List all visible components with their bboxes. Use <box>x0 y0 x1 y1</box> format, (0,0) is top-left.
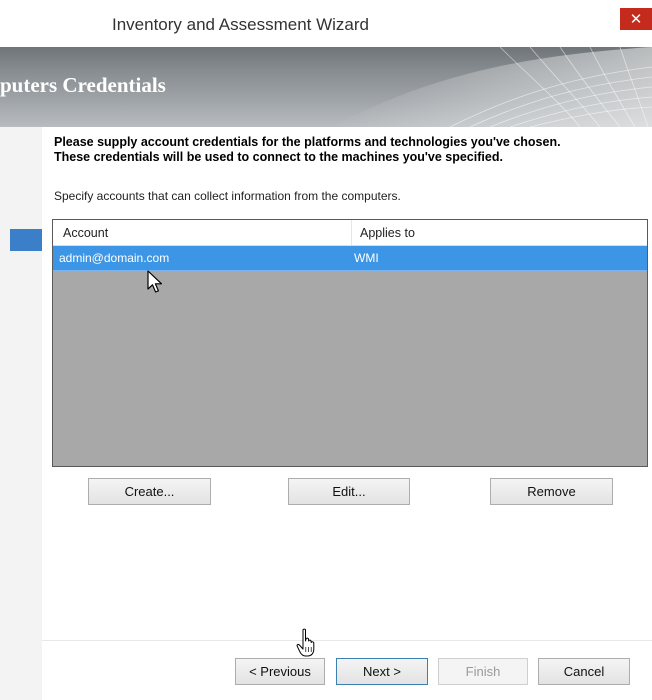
title-bar: Inventory and Assessment Wizard ✕ <box>0 0 652 47</box>
accounts-list[interactable]: Account Applies to admin@domain.com WMI <box>52 219 648 467</box>
wizard-step-active-item[interactable] <box>10 229 42 251</box>
window-title: Inventory and Assessment Wizard <box>112 15 370 34</box>
previous-button[interactable]: < Previous <box>235 658 325 685</box>
create-button[interactable]: Create... <box>88 478 211 505</box>
column-header-applies-to[interactable]: Applies to <box>360 226 415 240</box>
instruction-line-2: These credentials will be used to connec… <box>54 150 503 164</box>
instruction-line-1: Please supply account credentials for th… <box>54 135 561 149</box>
table-row[interactable]: admin@domain.com WMI <box>53 246 647 272</box>
specify-accounts-label: Specify accounts that can collect inform… <box>54 189 401 203</box>
cancel-button[interactable]: Cancel <box>538 658 630 685</box>
arrow-cursor-icon <box>147 270 163 293</box>
banner-wave-graphic <box>330 47 652 127</box>
instructions: Please supply account credentials for th… <box>54 135 649 165</box>
page-title: puters Credentials <box>0 73 166 97</box>
close-icon: ✕ <box>629 10 643 28</box>
hand-cursor-icon <box>296 628 315 657</box>
next-button[interactable]: Next > <box>336 658 428 685</box>
list-header: Account Applies to <box>53 220 647 246</box>
edit-button[interactable]: Edit... <box>288 478 410 505</box>
footer-divider <box>42 640 652 641</box>
wizard-step-sidebar <box>0 127 42 700</box>
header-banner: puters Credentials <box>0 47 652 127</box>
remove-button[interactable]: Remove <box>490 478 613 505</box>
account-cell: admin@domain.com <box>59 251 170 265</box>
applies-to-cell: WMI <box>354 251 379 265</box>
close-button[interactable]: ✕ <box>620 8 652 30</box>
finish-button: Finish <box>438 658 528 685</box>
column-header-account[interactable]: Account <box>63 226 108 240</box>
column-divider[interactable] <box>351 220 352 245</box>
